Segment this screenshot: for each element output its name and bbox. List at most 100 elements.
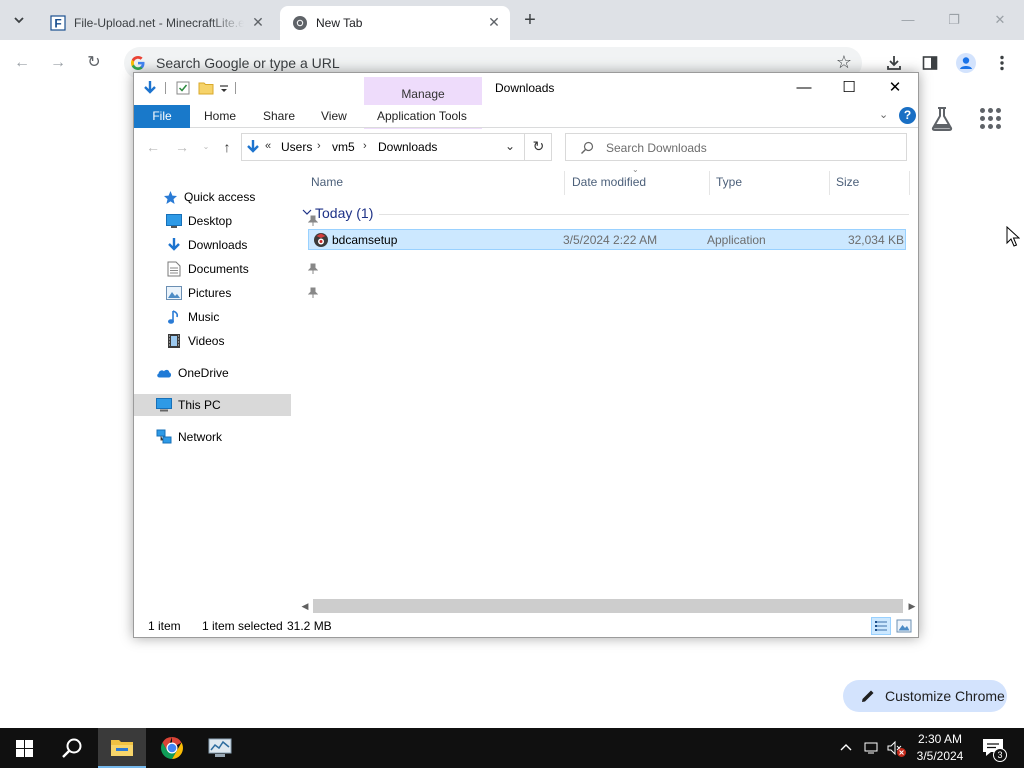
nav-item-quick-access[interactable]: Quick access	[162, 186, 255, 208]
breadcrumb-separator-icon[interactable]: ›	[363, 140, 367, 152]
status-bar: 1 item 1 item selected 31.2 MB	[134, 615, 918, 637]
search-icon	[581, 141, 594, 154]
expand-ribbon-chevron-icon[interactable]: ⌄	[879, 108, 888, 121]
search-box[interactable]: Search Downloads	[565, 133, 907, 161]
details-view-icon[interactable]	[871, 617, 891, 635]
column-header-date-modified[interactable]: Date modified	[572, 175, 646, 189]
file-row[interactable]: bdcamsetup 3/5/2024 2:22 AM Application …	[308, 229, 906, 250]
nav-item-downloads[interactable]: Downloads	[166, 234, 318, 256]
large-icons-view-icon[interactable]	[894, 617, 914, 635]
breadcrumb-separator-icon[interactable]: ›	[317, 140, 321, 152]
pencil-icon	[862, 690, 874, 702]
nav-item-label: Videos	[188, 334, 225, 348]
kebab-menu-icon[interactable]	[991, 52, 1013, 74]
column-header-name[interactable]: Name	[311, 175, 343, 189]
close-window-icon[interactable]: ✕	[990, 10, 1010, 30]
column-header-size[interactable]: Size	[836, 175, 859, 189]
back-arrow-icon[interactable]: ←	[144, 138, 162, 156]
scrollbar-thumb[interactable]	[313, 599, 903, 613]
column-divider[interactable]	[564, 171, 565, 195]
scroll-left-arrow-icon[interactable]: ◀	[299, 599, 311, 613]
nav-item-pictures[interactable]: Pictures	[166, 282, 318, 304]
tab-application-tools[interactable]: Application Tools	[377, 105, 467, 128]
back-arrow-icon[interactable]: ←	[11, 52, 33, 74]
nav-item-videos[interactable]: Videos	[166, 330, 224, 352]
column-header-type[interactable]: Type	[716, 175, 742, 189]
customize-chrome-button[interactable]: Customize Chrome	[843, 680, 1007, 712]
tab-search-button[interactable]	[8, 9, 30, 31]
close-tab-icon[interactable]: ✕	[250, 14, 266, 30]
downloads-icon[interactable]	[883, 52, 905, 74]
taskbar-search-button[interactable]	[48, 728, 96, 768]
forward-arrow-icon[interactable]: →	[173, 138, 191, 156]
help-icon[interactable]: ?	[899, 107, 916, 124]
nav-item-network[interactable]: Network	[156, 426, 222, 448]
address-history-chevron-icon[interactable]: ⌄	[505, 139, 515, 153]
network-status-icon[interactable]	[863, 740, 879, 756]
svg-text:F: F	[54, 17, 61, 31]
tab-file-upload[interactable]: F File-Upload.net - MinecraftLite.exe ✕	[38, 6, 274, 40]
mute-indicator-icon	[897, 748, 906, 757]
nav-item-documents[interactable]: Documents	[166, 258, 318, 280]
nav-item-desktop[interactable]: Desktop	[166, 210, 318, 232]
show-hidden-icons-chevron-icon[interactable]	[838, 740, 854, 756]
refresh-icon[interactable]: ↻	[524, 133, 552, 161]
column-divider[interactable]	[709, 171, 710, 195]
close-window-icon[interactable]: ✕	[872, 73, 918, 103]
nav-item-music[interactable]: Music	[166, 306, 219, 328]
new-tab-plus-icon[interactable]: +	[520, 10, 540, 30]
forward-arrow-icon[interactable]: →	[47, 52, 69, 74]
chrome-labs-flask-icon[interactable]	[930, 106, 954, 132]
group-header-today[interactable]: Today (1)	[299, 203, 909, 225]
nav-item-label: This PC	[178, 398, 221, 412]
restore-icon[interactable]: ❐	[944, 10, 964, 30]
file-name: bdcamsetup	[332, 233, 398, 247]
breadcrumb-vm5[interactable]: vm5	[332, 140, 355, 154]
recent-locations-chevron-icon[interactable]: ⌄	[197, 138, 215, 156]
nav-item-label: Quick access	[184, 190, 256, 204]
music-icon	[166, 309, 182, 325]
bookmark-star-icon[interactable]: ☆	[836, 52, 852, 73]
nav-item-this-pc[interactable]: This PC	[134, 394, 291, 416]
tab-new-tab[interactable]: New Tab ✕	[280, 6, 510, 40]
properties-check-icon[interactable]	[175, 80, 191, 96]
customize-quick-access-icon[interactable]	[218, 80, 230, 96]
tab-title: File-Upload.net - MinecraftLite.exe	[74, 16, 244, 30]
tab-file[interactable]: File	[134, 105, 190, 128]
clock-date: 3/5/2024	[916, 749, 964, 763]
omnibox-placeholder: Search Google or type a URL	[156, 55, 340, 71]
address-bar[interactable]: « Users › vm5 › Downloads ⌄	[241, 133, 552, 161]
google-apps-grid-icon[interactable]	[980, 108, 1002, 130]
taskbar-clock[interactable]: 2:30 AM 3/5/2024	[908, 731, 972, 765]
nav-item-onedrive[interactable]: OneDrive	[156, 362, 229, 384]
side-panel-icon[interactable]	[919, 52, 941, 74]
close-tab-icon[interactable]: ✕	[486, 14, 502, 30]
nav-item-label: Network	[178, 430, 223, 444]
maximize-icon[interactable]: ☐	[826, 73, 872, 103]
new-folder-icon[interactable]	[198, 80, 214, 96]
column-divider[interactable]	[909, 171, 910, 195]
tab-home[interactable]: Home	[204, 105, 236, 128]
google-g-icon	[131, 56, 145, 70]
minimize-icon[interactable]: —	[781, 73, 827, 103]
breadcrumb-users[interactable]: Users	[281, 140, 312, 154]
minimize-icon[interactable]: —	[898, 10, 918, 30]
scroll-right-arrow-icon[interactable]: ▶	[906, 599, 918, 613]
taskbar-file-explorer[interactable]	[98, 728, 146, 768]
profile-avatar-icon[interactable]	[955, 52, 977, 74]
collapse-chevron-icon[interactable]	[302, 207, 312, 217]
start-button[interactable]	[0, 728, 48, 768]
column-divider[interactable]	[829, 171, 830, 195]
breadcrumb-overflow[interactable]: «	[265, 140, 271, 152]
up-arrow-icon[interactable]: ↑	[218, 138, 236, 156]
taskbar-network-tool[interactable]	[196, 728, 244, 768]
tab-share[interactable]: Share	[263, 105, 295, 128]
reload-icon[interactable]: ↻	[83, 52, 105, 74]
quick-access-separator	[165, 82, 166, 94]
horizontal-scrollbar[interactable]: ◀ ▶	[299, 599, 918, 613]
breadcrumb-downloads[interactable]: Downloads	[378, 140, 437, 154]
tab-view[interactable]: View	[321, 105, 347, 128]
documents-icon	[166, 261, 182, 277]
taskbar-chrome[interactable]	[148, 728, 196, 768]
cloud-icon	[156, 365, 172, 381]
